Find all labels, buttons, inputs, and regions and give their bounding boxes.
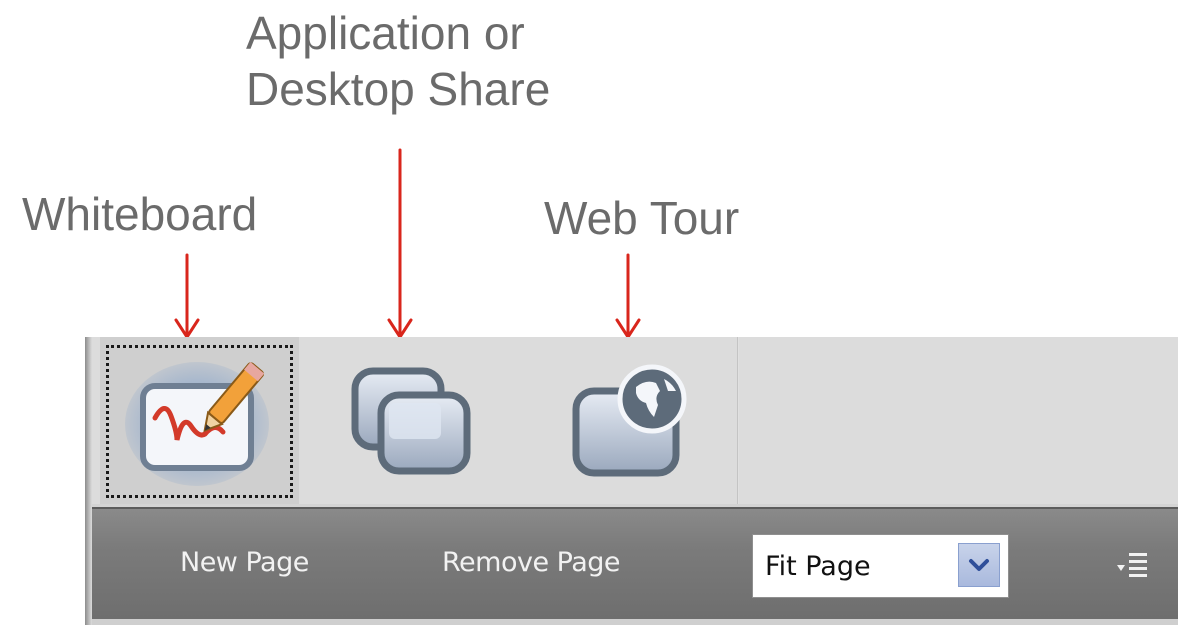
- callout-whiteboard: Whiteboard: [22, 188, 258, 240]
- focus-rectangle: [106, 345, 293, 498]
- chevron-down-icon: [969, 559, 989, 571]
- panel-left-edge: [85, 337, 92, 625]
- arrow-web-tour: [615, 253, 641, 339]
- web-tour-button[interactable]: [522, 337, 737, 504]
- page-controls-bar: New Page Remove Page Fit Page: [92, 504, 1178, 625]
- desktop-share-icon: [351, 367, 471, 474]
- web-tour-icon: [572, 364, 686, 476]
- remove-page-button[interactable]: Remove Page: [442, 537, 621, 589]
- arrow-desktop-share: [387, 148, 413, 339]
- arrow-whiteboard: [174, 253, 200, 339]
- zoom-select[interactable]: Fit Page: [752, 534, 1009, 598]
- zoom-select-dropdown-button[interactable]: [958, 543, 1000, 587]
- callout-application-desktop-share: Application or Desktop Share: [246, 5, 550, 117]
- callout-application-line2: Desktop Share: [246, 63, 551, 115]
- share-mode-bar: [92, 337, 1178, 504]
- zoom-select-value: Fit Page: [765, 551, 871, 582]
- meeting-toolbar: New Page Remove Page Fit Page: [85, 337, 1178, 625]
- page-controls-strip: New Page Remove Page Fit Page: [92, 507, 1178, 621]
- options-menu-button[interactable]: [1112, 539, 1152, 589]
- list-menu-icon: [1117, 553, 1147, 577]
- toolbar-separator: [737, 337, 739, 504]
- new-page-button[interactable]: New Page: [180, 537, 309, 589]
- desktop-share-button[interactable]: [304, 337, 522, 504]
- callout-application-line1: Application or: [246, 7, 525, 59]
- panel-bottom-strip: [92, 619, 1178, 625]
- whiteboard-button[interactable]: [100, 337, 299, 504]
- callout-web-tour: Web Tour: [544, 192, 740, 244]
